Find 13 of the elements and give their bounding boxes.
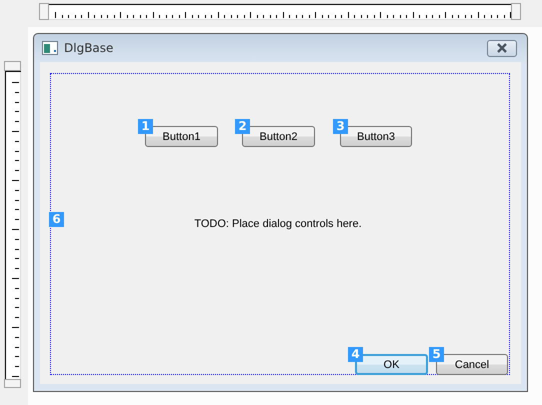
vertical-ruler[interactable] [4,61,22,389]
window-title: DlgBase [64,41,114,55]
horizontal-ruler[interactable] [39,3,521,21]
tab-order-badge: 3 [333,119,348,134]
close-button[interactable] [487,40,517,56]
tab-order-badge: 2 [235,119,250,134]
tab-order-badge: 5 [429,347,444,362]
tab-order-badge: 6 [49,212,64,227]
close-icon[interactable] [495,43,509,53]
static-text: TODO: Place dialog controls here. [193,218,363,230]
tab-order-badge: 1 [138,119,153,134]
window-icon [42,41,58,55]
tab-order-badge: 4 [348,347,363,362]
